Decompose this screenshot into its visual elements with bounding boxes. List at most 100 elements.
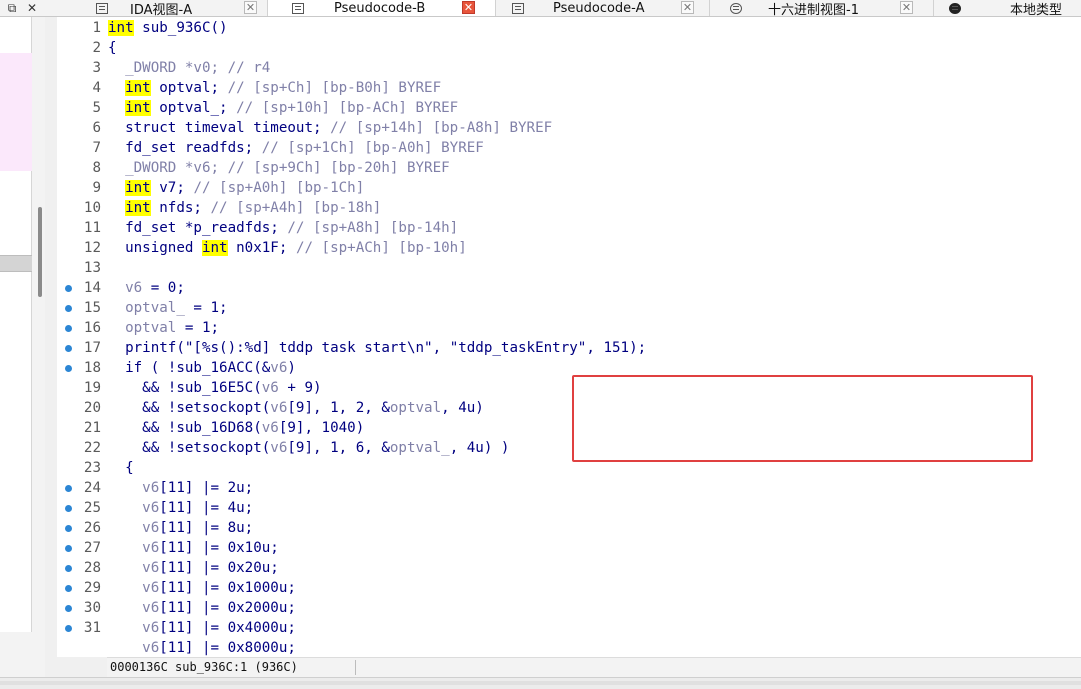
breakpoint-dot-icon[interactable] xyxy=(65,505,72,512)
code-token: n0x1F; xyxy=(227,240,296,256)
hex-view-icon xyxy=(730,3,742,14)
code-token: { xyxy=(108,460,134,476)
code-text: printf("[%s():%d] tddp task start\n", "t… xyxy=(108,338,646,358)
code-line[interactable]: 12 unsigned int n0x1F; // [sp+ACh] [bp-1… xyxy=(57,238,1081,258)
code-token: [11] |= 4u; xyxy=(159,500,254,516)
status-separator xyxy=(355,660,356,675)
code-token: [11] |= 0x1000u; xyxy=(159,580,296,596)
code-text: optval_ = 1; xyxy=(108,298,228,318)
code-line[interactable]: 15 optval_ = 1; xyxy=(57,298,1081,318)
breakpoint-dot-icon[interactable] xyxy=(65,545,72,552)
highlighted-region xyxy=(0,53,32,171)
code-text: { xyxy=(108,38,117,58)
code-text: { xyxy=(108,458,134,478)
code-text: v6 = 0; xyxy=(108,278,185,298)
code-token: unsigned xyxy=(108,240,202,256)
code-line[interactable]: 7 fd_set readfds; // [sp+1Ch] [bp-A0h] B… xyxy=(57,138,1081,158)
code-line[interactable]: 8 _DWORD *v6; // [sp+9Ch] [bp-20h] BYREF xyxy=(57,158,1081,178)
breakpoint-dot-icon[interactable] xyxy=(65,565,72,572)
breakpoint-dot-icon[interactable] xyxy=(65,345,72,352)
code-line[interactable]: 14 v6 = 0; xyxy=(57,278,1081,298)
tab-pseudocode-a[interactable]: Pseudocode-A ✕ xyxy=(496,0,710,16)
close-tab-icon[interactable]: ✕ xyxy=(681,1,694,14)
code-token: [11] |= 0x4000u; xyxy=(159,620,296,636)
code-text: v6[11] |= 0x10u; xyxy=(108,538,279,558)
code-token: , xyxy=(432,340,450,356)
line-number: 1 xyxy=(92,20,101,36)
highlighted-keyword: int xyxy=(125,80,151,96)
selected-row[interactable] xyxy=(0,255,32,272)
breakpoint-dot-icon[interactable] xyxy=(65,285,72,292)
code-token: [9], 1, 2, & xyxy=(287,400,390,416)
code-line[interactable]: 29 v6[11] |= 0x1000u; xyxy=(57,578,1081,598)
code-line[interactable]: 13 xyxy=(57,258,1081,278)
code-text: && !sub_16D68(v6[9], 1040) xyxy=(108,418,364,438)
code-token: [11] |= 0x20u; xyxy=(159,560,279,576)
tab-ida-view-a[interactable]: IDA视图-A ✕ xyxy=(78,0,268,16)
tab-pseudocode-b[interactable]: Pseudocode-B ✕ xyxy=(268,0,496,16)
breakpoint-dot-icon[interactable] xyxy=(65,605,72,612)
code-token: = 0; xyxy=(142,280,185,296)
code-line[interactable]: 31 v6[11] |= 0x4000u; xyxy=(57,618,1081,638)
code-token: // r4 xyxy=(227,60,271,76)
pseudocode-view[interactable]: 1 int sub_936C() 2{3 _DWORD *v0; // r4 4 in… xyxy=(57,17,1081,657)
breakpoint-dot-icon[interactable] xyxy=(65,305,72,312)
breakpoint-dot-icon[interactable] xyxy=(65,485,72,492)
code-token: , 4u) ) xyxy=(449,440,510,456)
code-text: int nfds; // [sp+A4h] [bp-18h] xyxy=(108,198,381,218)
code-token: optval_ xyxy=(389,440,450,456)
close-tab-icon[interactable]: ✕ xyxy=(900,1,913,14)
code-text: _DWORD *v6; // [sp+9Ch] [bp-20h] BYREF xyxy=(108,158,450,178)
functions-list[interactable] xyxy=(0,17,32,632)
code-text: int sub_936C() xyxy=(108,18,228,38)
vertical-scrollbar[interactable] xyxy=(38,207,42,297)
code-line[interactable]: 3 _DWORD *v0; // r4 xyxy=(57,58,1081,78)
breakpoint-dot-icon[interactable] xyxy=(65,325,72,332)
code-line[interactable]: 1 int sub_936C() xyxy=(57,18,1081,38)
code-token: [11] |= 8u; xyxy=(159,520,254,536)
code-token: [11] |= 0x10u; xyxy=(159,540,279,556)
code-line[interactable]: 9 int v7; // [sp+A0h] [bp-1Ch] xyxy=(57,178,1081,198)
code-line[interactable]: 17 printf("[%s():%d] tddp task start\n",… xyxy=(57,338,1081,358)
code-token: fd_set readfds; xyxy=(108,140,262,156)
tab-hex-view-1[interactable]: 十六进制视图-1 ✕ xyxy=(710,0,934,16)
breakpoint-dot-icon[interactable] xyxy=(65,585,72,592)
code-token: sub_936C() xyxy=(133,20,228,36)
line-number: 16 xyxy=(83,320,101,336)
code-line[interactable]: 2{ xyxy=(57,38,1081,58)
close-tab-icon[interactable]: ✕ xyxy=(462,1,475,14)
code-token: // [sp+ACh] [bp-10h] xyxy=(295,240,467,256)
code-token: fd_set *p_readfds; xyxy=(108,220,288,236)
code-line[interactable]: 26 v6[11] |= 8u; xyxy=(57,518,1081,538)
tab-local-types[interactable]: 本地类型 xyxy=(934,0,1081,16)
code-token: optval xyxy=(108,320,177,336)
horizontal-scrollbar[interactable] xyxy=(0,681,1081,685)
close-tab-icon[interactable]: ✕ xyxy=(244,1,257,14)
code-line[interactable]: 30 v6[11] |= 0x2000u; xyxy=(57,598,1081,618)
line-number: 11 xyxy=(83,220,101,236)
code-line[interactable]: 24 v6[11] |= 2u; xyxy=(57,478,1081,498)
restore-window-icon[interactable]: ⧉ xyxy=(4,0,20,16)
code-line[interactable]: 25 v6[11] |= 4u; xyxy=(57,498,1081,518)
code-line[interactable]: 16 optval = 1; xyxy=(57,318,1081,338)
code-line[interactable]: 4 int optval; // [sp+Ch] [bp-B0h] BYREF xyxy=(57,78,1081,98)
breakpoint-dot-icon[interactable] xyxy=(65,365,72,372)
code-line[interactable]: 6 struct timeval timeout; // [sp+14h] [b… xyxy=(57,118,1081,138)
code-line[interactable]: 27 v6[11] |= 0x10u; xyxy=(57,538,1081,558)
line-number: 15 xyxy=(83,300,101,316)
code-line[interactable]: 10 int nfds; // [sp+A4h] [bp-18h] xyxy=(57,198,1081,218)
breakpoint-dot-icon[interactable] xyxy=(65,625,72,632)
code-line[interactable]: 11 fd_set *p_readfds; // [sp+A8h] [bp-14… xyxy=(57,218,1081,238)
code-token: [11] |= 0x8000u; xyxy=(159,640,296,656)
code-token: { xyxy=(108,40,117,56)
breakpoint-dot-icon[interactable] xyxy=(65,525,72,532)
code-line[interactable]: 28 v6[11] |= 0x20u; xyxy=(57,558,1081,578)
code-token: v6 xyxy=(108,520,160,536)
line-number: 7 xyxy=(92,140,101,156)
code-text: int optval; // [sp+Ch] [bp-B0h] BYREF xyxy=(108,78,441,98)
code-line[interactable]: v6[11] |= 0x8000u; xyxy=(57,638,1081,657)
close-window-icon[interactable]: ✕ xyxy=(24,0,40,16)
code-line[interactable]: 5 int optval_; // [sp+10h] [bp-ACh] BYRE… xyxy=(57,98,1081,118)
line-number: 20 xyxy=(83,400,101,416)
